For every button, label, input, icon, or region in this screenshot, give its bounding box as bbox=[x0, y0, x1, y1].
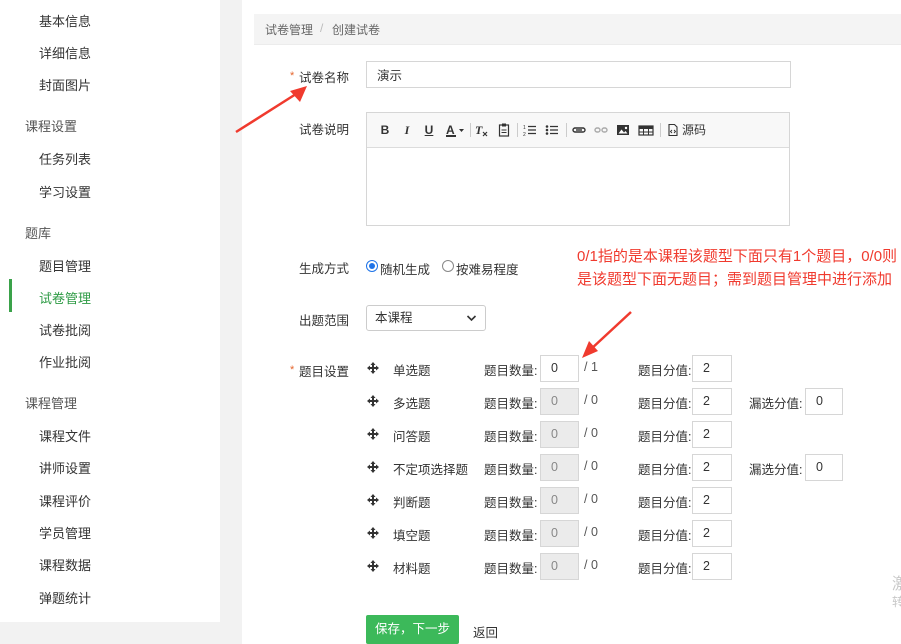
annotation-note: 0/1指的是本课程该题型下面只有1个题目，0/0则是该题型下面无题目；需到题目管… bbox=[577, 248, 898, 288]
annotation-arrows bbox=[235, 86, 632, 358]
